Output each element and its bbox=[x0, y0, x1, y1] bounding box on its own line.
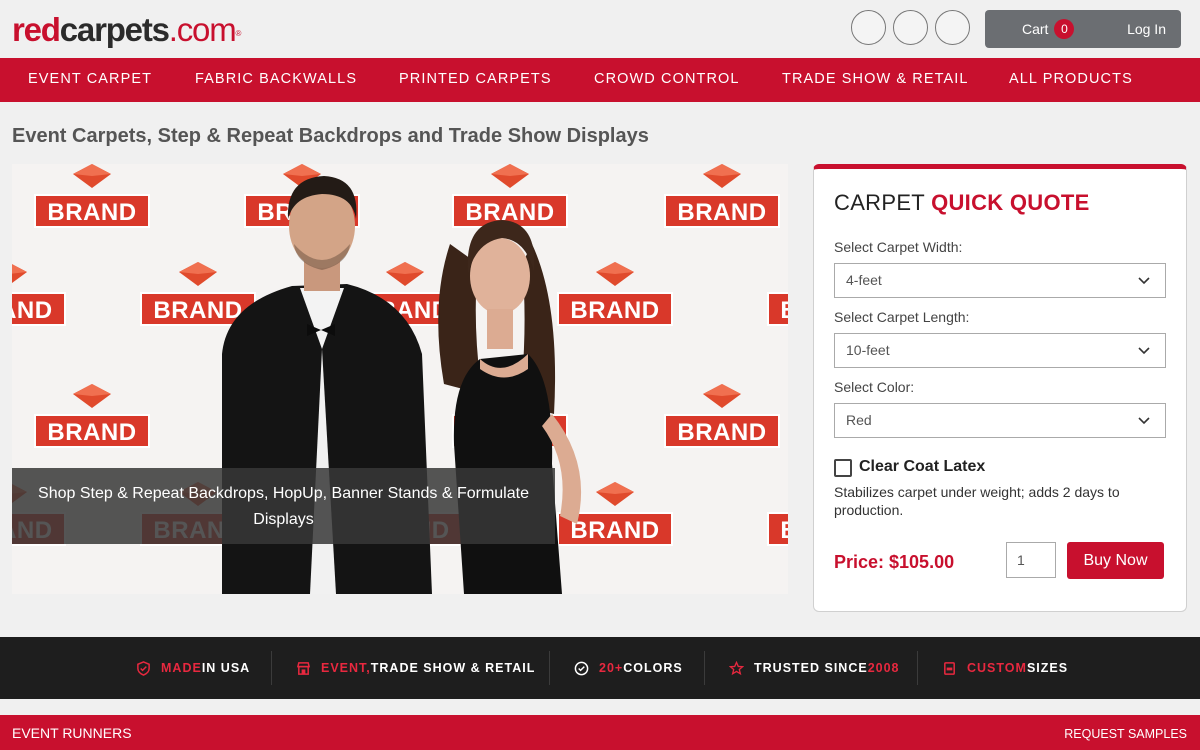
logo-text-carpets: carpets bbox=[59, 11, 170, 48]
diamond-icon bbox=[703, 164, 741, 188]
feature-colors: 20+ COLORS bbox=[574, 637, 683, 699]
shield-check-icon bbox=[137, 660, 150, 676]
event-runners-link[interactable]: EVENT RUNNERS bbox=[12, 725, 132, 741]
width-select-value: 4-feet bbox=[846, 272, 882, 288]
diamond-icon bbox=[12, 264, 27, 284]
length-select[interactable]: 10-feet bbox=[834, 333, 1166, 368]
logo-text-red: red bbox=[12, 11, 61, 48]
request-samples-link[interactable]: REQUEST SAMPLES bbox=[1064, 727, 1187, 741]
quick-quote-title: CARPET QUICK QUOTE bbox=[834, 190, 1090, 216]
check-circle-icon bbox=[574, 661, 589, 675]
search-icon[interactable] bbox=[851, 10, 886, 45]
page-title: Event Carpets, Step & Repeat Backdrops a… bbox=[12, 125, 649, 147]
feature-made-in-usa: MADE IN USA bbox=[136, 637, 250, 699]
quote-title-plain: CARPET bbox=[834, 190, 925, 215]
feature-text: SIZES bbox=[1026, 661, 1069, 675]
brand-label: BRAND bbox=[12, 292, 66, 326]
feature-accent: EVENT, bbox=[321, 661, 371, 675]
nav-item-crowd-control[interactable]: CROWD CONTROL bbox=[594, 71, 740, 87]
site-logo[interactable]: redcarpets.com® bbox=[12, 10, 242, 50]
hero-banner[interactable]: BRANDBRANDBRANDBRANDBRANDBRANDBRANDBRAND… bbox=[12, 164, 788, 594]
login-button[interactable]: Log In bbox=[1127, 10, 1166, 48]
features-bar: MADE IN USA EVENT, TRADE SHOW & RETAIL 2… bbox=[0, 637, 1200, 699]
ruler-icon bbox=[944, 661, 955, 675]
nav-item-event-carpet[interactable]: EVENT CARPET bbox=[28, 71, 152, 87]
width-select[interactable]: 4-feet bbox=[834, 263, 1166, 298]
color-select-value: Red bbox=[846, 412, 872, 428]
width-label: Select Carpet Width: bbox=[834, 239, 963, 255]
quantity-input[interactable] bbox=[1006, 542, 1056, 578]
bottom-bar: EVENT RUNNERS REQUEST SAMPLES bbox=[0, 715, 1200, 750]
feature-custom-sizes: CUSTOM SIZES bbox=[942, 637, 1068, 699]
color-select[interactable]: Red bbox=[834, 403, 1166, 438]
user-icon[interactable] bbox=[893, 10, 928, 45]
brand-logo-tile: BRAND bbox=[34, 164, 150, 234]
logo-registered-mark: ® bbox=[235, 29, 242, 38]
brand-logo-tile: BRAND bbox=[34, 384, 150, 454]
brand-logo-tile: BRAND bbox=[664, 164, 780, 234]
nav-item-trade-show-retail[interactable]: TRADE SHOW & RETAIL bbox=[782, 71, 969, 87]
feature-accent: 20+ bbox=[599, 661, 624, 675]
clear-coat-checkbox[interactable] bbox=[834, 459, 852, 477]
nav-item-all-products[interactable]: ALL PRODUCTS bbox=[1009, 71, 1133, 87]
feature-accent: MADE bbox=[161, 661, 202, 675]
brand-logo-tile: BRAND bbox=[767, 482, 788, 552]
nav-item-fabric-backwalls[interactable]: FABRIC BACKWALLS bbox=[195, 71, 357, 87]
buy-now-button[interactable]: Buy Now bbox=[1067, 542, 1164, 579]
site-header: redcarpets.com® Cart 0 Log In bbox=[0, 0, 1200, 58]
brand-logo-tile: BRAND bbox=[767, 262, 788, 332]
feature-text: TRADE SHOW & RETAIL bbox=[370, 661, 536, 675]
brand-label: BRAND bbox=[767, 512, 788, 546]
length-select-value: 10-feet bbox=[846, 342, 890, 358]
brand-logo-tile: BRAND bbox=[12, 262, 66, 332]
brand-label: BRAND bbox=[767, 292, 788, 326]
quick-quote-panel: CARPET QUICK QUOTE Select Carpet Width: … bbox=[813, 164, 1187, 612]
logo-text-com: .com bbox=[168, 11, 237, 48]
feature-accent: 2008 bbox=[867, 661, 900, 675]
menu-icon[interactable] bbox=[935, 10, 970, 45]
color-label: Select Color: bbox=[834, 379, 915, 395]
chevron-down-icon bbox=[1138, 277, 1150, 285]
star-icon bbox=[729, 660, 744, 675]
diamond-icon bbox=[73, 164, 111, 188]
cart-label: Cart bbox=[1022, 21, 1049, 37]
feature-text: COLORS bbox=[623, 661, 683, 675]
store-icon bbox=[296, 661, 311, 675]
main-nav: EVENT CARPET FABRIC BACKWALLS PRINTED CA… bbox=[0, 58, 1200, 102]
feature-accent: CUSTOM bbox=[967, 661, 1027, 675]
account-bar: Cart 0 Log In bbox=[985, 10, 1181, 48]
brand-label: BRAND bbox=[664, 194, 780, 228]
brand-label: BRAND bbox=[664, 414, 780, 448]
nav-item-printed-carpets[interactable]: PRINTED CARPETS bbox=[399, 71, 552, 87]
cart-count-badge: 0 bbox=[1054, 19, 1075, 39]
chevron-down-icon bbox=[1138, 417, 1150, 425]
divider bbox=[704, 651, 705, 685]
divider bbox=[917, 651, 918, 685]
clear-coat-description: Stabilizes carpet under weight; adds 2 d… bbox=[834, 484, 1120, 518]
clear-coat-label[interactable]: Clear Coat Latex bbox=[859, 458, 985, 476]
diamond-icon bbox=[703, 384, 741, 408]
feature-text: IN USA bbox=[201, 661, 251, 675]
diamond-icon bbox=[73, 384, 111, 408]
brand-logo-tile: BRAND bbox=[664, 384, 780, 454]
feature-trusted-since: TRUSTED SINCE 2008 bbox=[729, 637, 900, 699]
price-display: Price: $105.00 bbox=[834, 552, 955, 572]
chevron-down-icon bbox=[1138, 347, 1150, 355]
feature-event-trade-show: EVENT, TRADE SHOW & RETAIL bbox=[296, 637, 535, 699]
brand-label: BRAND bbox=[34, 194, 150, 228]
brand-label: BRAND bbox=[34, 414, 150, 448]
cart-button[interactable]: Cart 0 bbox=[1022, 10, 1075, 48]
hero-caption[interactable]: Shop Step & Repeat Backdrops, HopUp, Ban… bbox=[12, 468, 555, 544]
divider bbox=[271, 651, 272, 685]
quote-title-highlight: QUICK QUOTE bbox=[931, 190, 1090, 215]
divider bbox=[549, 651, 550, 685]
feature-text: TRUSTED SINCE bbox=[754, 661, 868, 675]
length-label: Select Carpet Length: bbox=[834, 309, 970, 325]
